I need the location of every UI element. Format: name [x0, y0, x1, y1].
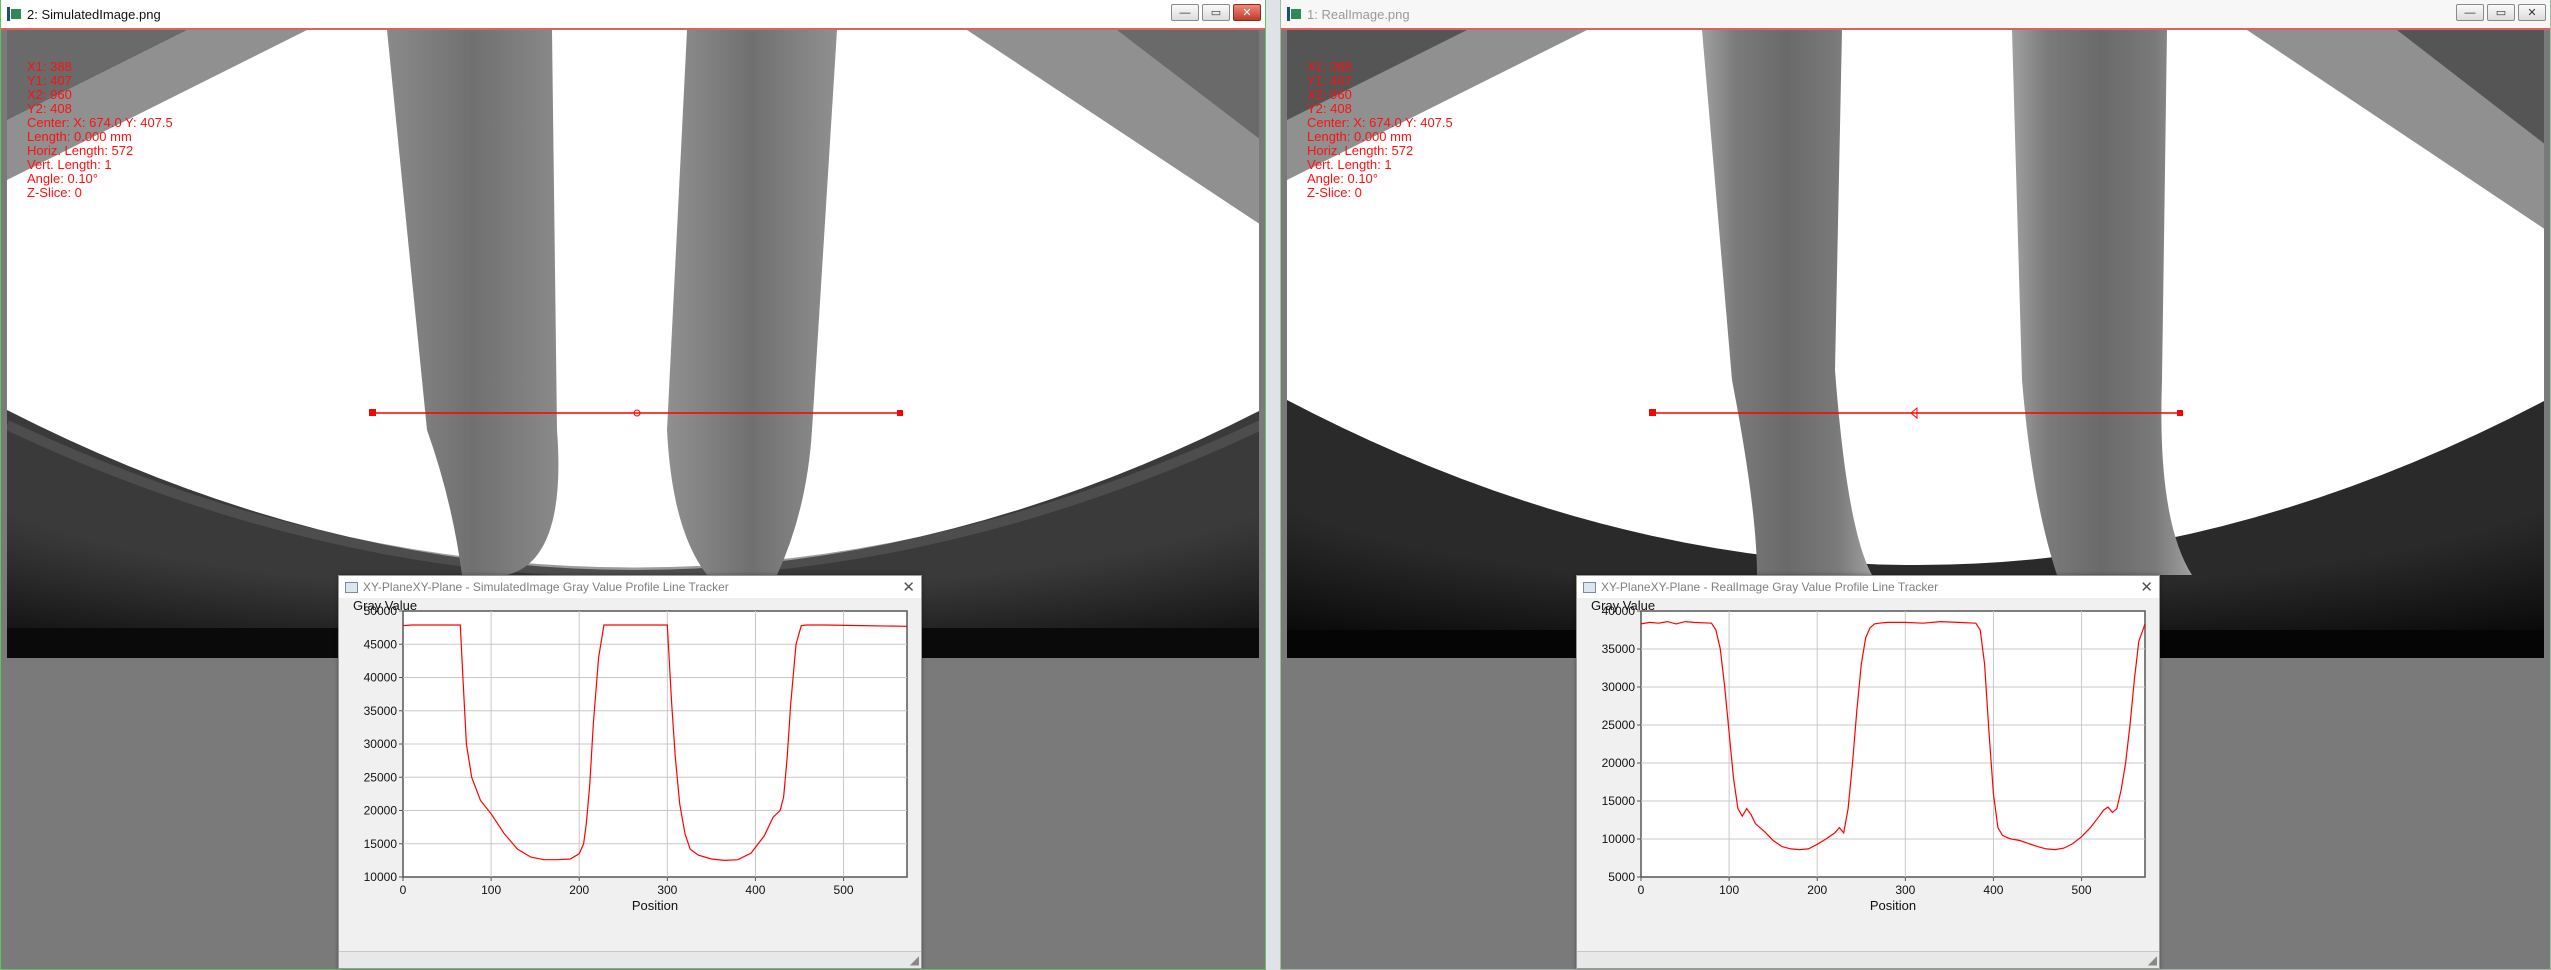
window-titlebar[interactable]: 2: SimulatedImage.png — ▭ ✕	[1, 0, 1265, 30]
x-tick-label: 200	[1807, 883, 1827, 897]
y-tick-label: 30000	[1602, 680, 1636, 694]
x-tick-label: 0	[400, 883, 407, 897]
x-axis-label: Position	[1870, 898, 1916, 913]
close-button[interactable]: ✕	[1233, 4, 1261, 21]
plot-status-bar: ◢	[339, 951, 921, 968]
measurement-overlay: X1: 388 Y1: 407 X2: 960 Y2: 408 Center: …	[1307, 60, 1453, 200]
y-tick-label: 10000	[1602, 832, 1636, 846]
plot-status-bar: ◢	[1577, 951, 2159, 968]
window-title: 1: RealImage.png	[1307, 6, 1410, 22]
line-end-handle[interactable]	[2177, 410, 2183, 416]
real-profile-window[interactable]: XY-PlaneXY-Plane - RealImage Gray Value …	[1576, 575, 2160, 969]
gray-value-profile-chart: 0 100 200 300 400 500 5000 10000 15000 20000 25000…	[1591, 598, 2146, 913]
overlay-x1: X1: 388	[1307, 59, 1352, 74]
overlay-center: Center: X: 674.0 Y: 407.5	[1307, 115, 1453, 130]
y-tick-label: 15000	[364, 837, 398, 851]
plot-close-button[interactable]: ✕	[2140, 578, 2153, 596]
x-tick-label: 400	[745, 883, 765, 897]
line-end-handle[interactable]	[897, 410, 903, 416]
resize-grip-icon[interactable]: ◢	[2148, 953, 2157, 967]
x-tick-label: 300	[657, 883, 677, 897]
x-tick-label: 200	[569, 883, 589, 897]
measurement-overlay: X1: 388 Y1: 407 X2: 960 Y2: 408 Center: …	[27, 60, 173, 200]
plot-window-icon	[345, 581, 358, 593]
x-tick-label: 400	[1983, 883, 2003, 897]
y-axis-label: Gray Value	[353, 598, 417, 613]
overlay-horiz-length: Horiz. Length: 572	[27, 143, 134, 158]
y-tick-label: 40000	[364, 671, 398, 685]
overlay-y2: Y2: 408	[1307, 101, 1352, 116]
line-start-handle[interactable]	[1649, 409, 1656, 416]
x-tick-label: 500	[2072, 883, 2092, 897]
plot-close-button[interactable]: ✕	[902, 578, 915, 596]
y-tick-label: 10000	[364, 870, 398, 884]
overlay-y1: Y1: 407	[1307, 73, 1352, 88]
window-title: 2: SimulatedImage.png	[27, 6, 161, 22]
plot-area	[1640, 610, 2146, 878]
overlay-horiz-length: Horiz. Length: 572	[1307, 143, 1414, 158]
minimize-button[interactable]: —	[1171, 4, 1199, 21]
plot-title: XY-PlaneXY-Plane - SimulatedImage Gray V…	[363, 580, 729, 594]
gray-value-profile-chart: 0 100 200 300 400 500 10000 15000 20000 25000 3000…	[353, 598, 908, 913]
y-tick-label: 35000	[364, 704, 398, 718]
overlay-z-slice: Z-Slice: 0	[27, 185, 82, 200]
overlay-center: Center: X: 674.0 Y: 407.5	[27, 115, 173, 130]
x-tick-label: 500	[834, 883, 854, 897]
y-tick-label: 45000	[364, 637, 398, 651]
line-start-handle[interactable]	[369, 409, 376, 416]
overlay-y1: Y1: 407	[27, 73, 72, 88]
y-tick-label: 35000	[1602, 642, 1636, 656]
overlay-angle: Angle: 0.10°	[1307, 171, 1378, 186]
x-tick-label: 100	[481, 883, 501, 897]
overlay-z-slice: Z-Slice: 0	[1307, 185, 1362, 200]
y-tick-label: 25000	[1602, 718, 1636, 732]
y-tick-label: 20000	[364, 804, 398, 818]
overlay-length: Length: 0.000 mm	[1307, 129, 1412, 144]
window-titlebar[interactable]: 1: RealImage.png — ▭ ✕	[1281, 0, 2550, 30]
maximize-button[interactable]: ▭	[2487, 4, 2515, 21]
x-tick-label: 0	[1638, 883, 1645, 897]
y-tick-label: 25000	[364, 770, 398, 784]
overlay-x2: X2: 960	[1307, 87, 1352, 102]
minimize-button[interactable]: —	[2456, 4, 2484, 21]
plot-titlebar[interactable]: XY-PlaneXY-Plane - RealImage Gray Value …	[1577, 576, 2159, 598]
overlay-x2: X2: 960	[27, 87, 72, 102]
overlay-y2: Y2: 408	[27, 101, 72, 116]
plot-titlebar[interactable]: XY-PlaneXY-Plane - SimulatedImage Gray V…	[339, 576, 921, 598]
profile-line[interactable]	[7, 30, 1259, 658]
overlay-length: Length: 0.000 mm	[27, 129, 132, 144]
profile-line[interactable]	[1287, 30, 2544, 658]
simulated-profile-window[interactable]: XY-PlaneXY-Plane - SimulatedImage Gray V…	[338, 575, 922, 969]
app-icon	[7, 7, 21, 21]
image-viewport[interactable]: X1: 388 Y1: 407 X2: 960 Y2: 408 Center: …	[7, 30, 1259, 658]
maximize-button[interactable]: ▭	[1202, 4, 1230, 21]
app-icon	[1287, 7, 1301, 21]
image-viewport[interactable]: X1: 388 Y1: 407 X2: 960 Y2: 408 Center: …	[1287, 30, 2544, 658]
overlay-x1: X1: 388	[27, 59, 72, 74]
overlay-vert-length: Vert. Length: 1	[1307, 157, 1392, 172]
x-tick-label: 300	[1895, 883, 1915, 897]
plot-window-icon	[1583, 581, 1596, 593]
overlay-angle: Angle: 0.10°	[27, 171, 98, 186]
close-button[interactable]: ✕	[2518, 4, 2546, 21]
y-axis-label: Gray Value	[1591, 598, 1655, 613]
overlay-vert-length: Vert. Length: 1	[27, 157, 112, 172]
plot-title: XY-PlaneXY-Plane - RealImage Gray Value …	[1601, 580, 1939, 594]
y-tick-label: 5000	[1608, 870, 1635, 884]
x-axis-label: Position	[632, 898, 678, 913]
x-tick-label: 100	[1719, 883, 1739, 897]
y-tick-label: 20000	[1602, 756, 1636, 770]
y-tick-label: 15000	[1602, 794, 1636, 808]
y-tick-label: 30000	[364, 737, 398, 751]
resize-grip-icon[interactable]: ◢	[910, 953, 919, 967]
